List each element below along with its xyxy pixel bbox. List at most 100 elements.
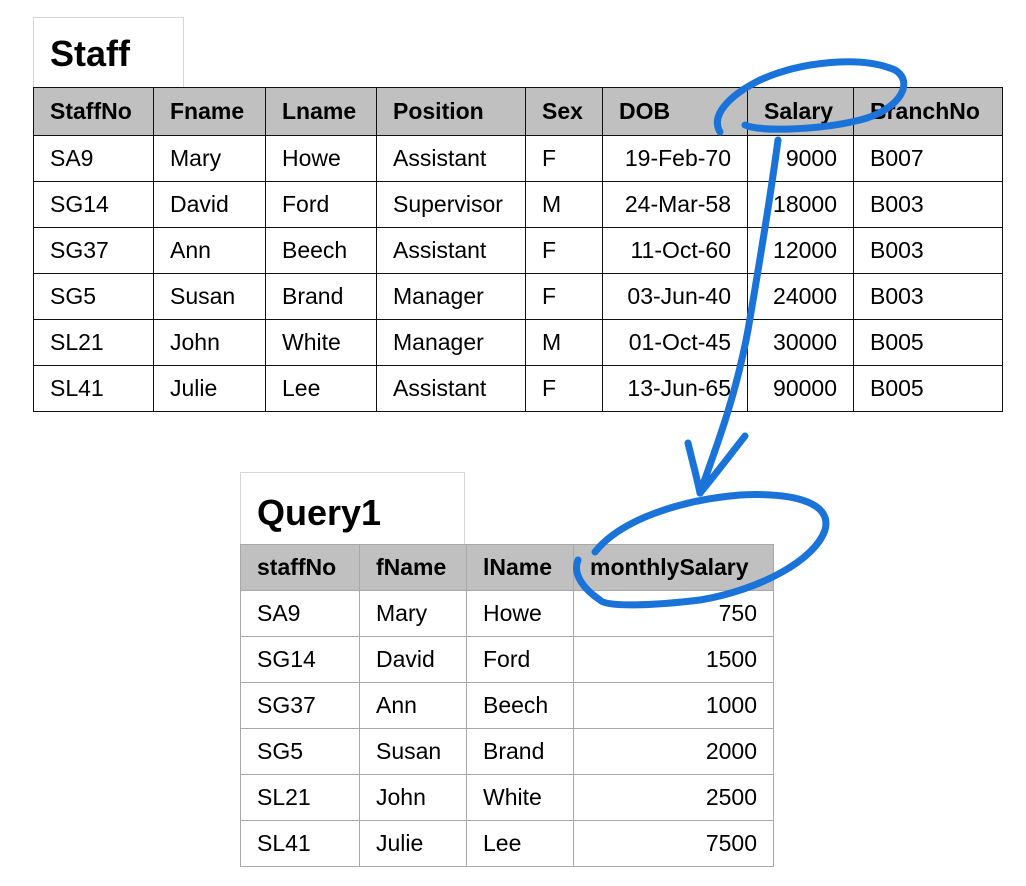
table-cell: Susan — [153, 273, 266, 320]
table-cell: SL21 — [240, 774, 360, 821]
table-cell: SG14 — [33, 181, 154, 228]
table-cell: B005 — [853, 319, 1003, 366]
table-cell: 03-Jun-40 — [602, 273, 748, 320]
column-header: Fname — [153, 87, 266, 136]
table-row: SA9 Mary Howe 750 — [240, 590, 774, 637]
query-header-row: staffNo fName lName monthlySalary — [240, 544, 774, 591]
table-cell: Ford — [466, 636, 574, 683]
table-cell: Manager — [376, 273, 526, 320]
table-cell: 13-Jun-65 — [602, 365, 748, 412]
table-cell: SG5 — [240, 728, 360, 775]
table-cell: Mary — [153, 135, 266, 182]
table-cell: 9000 — [747, 135, 854, 182]
table-cell: John — [153, 319, 266, 366]
table-cell: F — [525, 227, 603, 274]
arrowhead-right-ink — [696, 432, 749, 497]
table-cell: 18000 — [747, 181, 854, 228]
staff-header-row: StaffNo Fname Lname Position Sex DOB Sal… — [33, 87, 1003, 136]
table-row: SG14 David Ford 1500 — [240, 636, 774, 683]
table-cell: 24-Mar-58 — [602, 181, 748, 228]
table-cell: Mary — [359, 590, 467, 637]
query-result-table: staffNo fName lName monthlySalary SA9 Ma… — [240, 544, 774, 867]
table-cell: 12000 — [747, 227, 854, 274]
table-cell: SG5 — [33, 273, 154, 320]
table-cell: SG37 — [240, 682, 360, 729]
table-cell: Assistant — [376, 135, 526, 182]
table-row: SL41 Julie Lee 7500 — [240, 820, 774, 867]
table-cell: B003 — [853, 181, 1003, 228]
table-cell: SA9 — [240, 590, 360, 637]
table-cell: 01-Oct-45 — [602, 319, 748, 366]
table-row: SG5 Susan Brand 2000 — [240, 728, 774, 775]
column-header: Position — [376, 87, 526, 136]
table-cell: SL41 — [240, 820, 360, 867]
table-cell: 2500 — [573, 774, 774, 821]
column-header: fName — [359, 544, 467, 591]
table-cell: 750 — [573, 590, 774, 637]
table-cell: David — [153, 181, 266, 228]
column-header: StaffNo — [33, 87, 154, 136]
table-cell: SL41 — [33, 365, 154, 412]
table-cell: Julie — [153, 365, 266, 412]
table-cell: F — [525, 365, 603, 412]
table-cell: 1000 — [573, 682, 774, 729]
table-cell: Supervisor — [376, 181, 526, 228]
table-cell: 11-Oct-60 — [602, 227, 748, 274]
table-cell: SG37 — [33, 227, 154, 274]
table-cell: SL21 — [33, 319, 154, 366]
table-cell: M — [525, 319, 603, 366]
arrowhead-left-ink — [684, 439, 704, 497]
table-cell: Howe — [265, 135, 377, 182]
table-cell: Ann — [153, 227, 266, 274]
table-cell: 7500 — [573, 820, 774, 867]
table-cell: Assistant — [376, 227, 526, 274]
table-row: SG5 Susan Brand Manager F 03-Jun-40 2400… — [33, 273, 1003, 320]
column-header: Sex — [525, 87, 603, 136]
table-row: SA9 Mary Howe Assistant F 19-Feb-70 9000… — [33, 135, 1003, 182]
table-row: SG37 Ann Beech 1000 — [240, 682, 774, 729]
table-cell: Manager — [376, 319, 526, 366]
table-cell: 90000 — [747, 365, 854, 412]
table-cell: B003 — [853, 227, 1003, 274]
table-cell: M — [525, 181, 603, 228]
column-header: lName — [466, 544, 574, 591]
table-cell: Beech — [466, 682, 574, 729]
table-cell: David — [359, 636, 467, 683]
table-row: SG37 Ann Beech Assistant F 11-Oct-60 120… — [33, 227, 1003, 274]
table-cell: 2000 — [573, 728, 774, 775]
table-row: SL21 John White 2500 — [240, 774, 774, 821]
table-cell: Brand — [466, 728, 574, 775]
table-cell: Howe — [466, 590, 574, 637]
staff-table: StaffNo Fname Lname Position Sex DOB Sal… — [33, 87, 1003, 412]
column-header: Lname — [265, 87, 377, 136]
table-cell: Assistant — [376, 365, 526, 412]
table-cell: Ford — [265, 181, 377, 228]
table-cell: SG14 — [240, 636, 360, 683]
table-cell: Beech — [265, 227, 377, 274]
table-cell: SA9 — [33, 135, 154, 182]
query-table-title: Query1 — [240, 472, 465, 544]
table-row: SL41 Julie Lee Assistant F 13-Jun-65 900… — [33, 365, 1003, 412]
table-cell: 19-Feb-70 — [602, 135, 748, 182]
table-cell: Susan — [359, 728, 467, 775]
table-cell: F — [525, 273, 603, 320]
table-cell: John — [359, 774, 467, 821]
column-header: BranchNo — [853, 87, 1003, 136]
table-cell: White — [265, 319, 377, 366]
staff-table-title: Staff — [33, 17, 184, 87]
table-cell: 24000 — [747, 273, 854, 320]
column-header: staffNo — [240, 544, 360, 591]
table-cell: Ann — [359, 682, 467, 729]
table-cell: Lee — [466, 820, 574, 867]
table-cell: Julie — [359, 820, 467, 867]
column-header: Salary — [747, 87, 854, 136]
column-header: monthlySalary — [573, 544, 774, 591]
column-header: DOB — [602, 87, 748, 136]
table-row: SG14 David Ford Supervisor M 24-Mar-58 1… — [33, 181, 1003, 228]
table-cell: B005 — [853, 365, 1003, 412]
table-row: SL21 John White Manager M 01-Oct-45 3000… — [33, 319, 1003, 366]
table-cell: F — [525, 135, 603, 182]
table-cell: Lee — [265, 365, 377, 412]
table-cell: 30000 — [747, 319, 854, 366]
table-cell: B007 — [853, 135, 1003, 182]
